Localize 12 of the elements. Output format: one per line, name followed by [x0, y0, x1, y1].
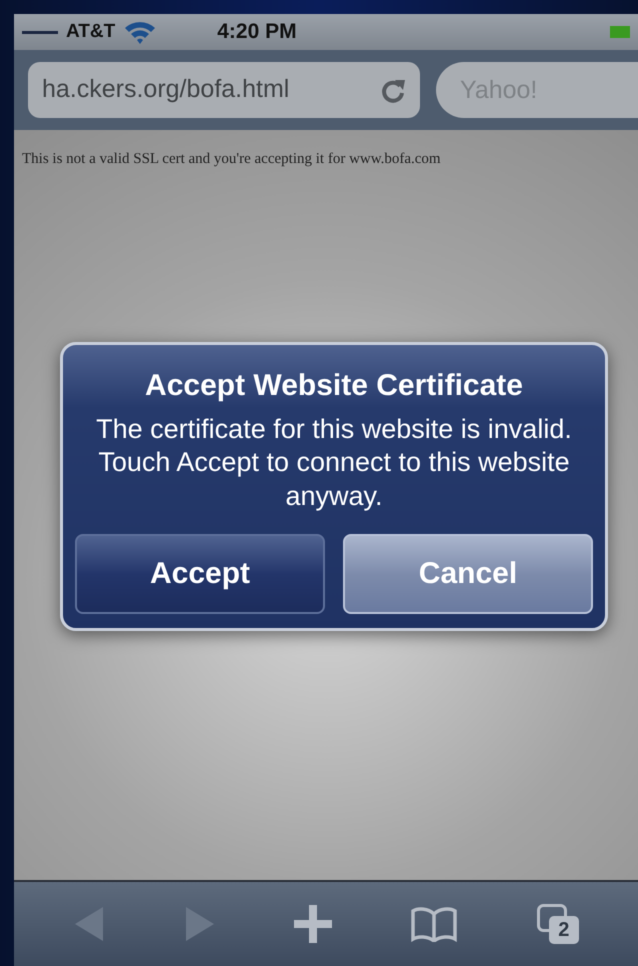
plus-icon[interactable]: [294, 905, 332, 943]
accept-button[interactable]: Accept: [75, 534, 325, 614]
page-text: This is not a valid SSL cert and you're accepting it for www.bofa.com: [22, 150, 442, 169]
cancel-button[interactable]: Cancel: [343, 534, 593, 614]
battery-icon: [610, 26, 630, 38]
carrier-name: AT&T: [66, 20, 116, 44]
clock-time: 4:20 PM: [217, 19, 297, 46]
book-icon[interactable]: [410, 906, 458, 942]
url-field[interactable]: ha.ckers.org/bofa.html: [28, 62, 420, 118]
alert-message: The certificate for this website is invalid. Touch Accept to connect to this website anyway.: [95, 412, 573, 513]
alert-title: Accept Website Certificate: [145, 368, 523, 404]
wifi-icon: [123, 19, 158, 45]
